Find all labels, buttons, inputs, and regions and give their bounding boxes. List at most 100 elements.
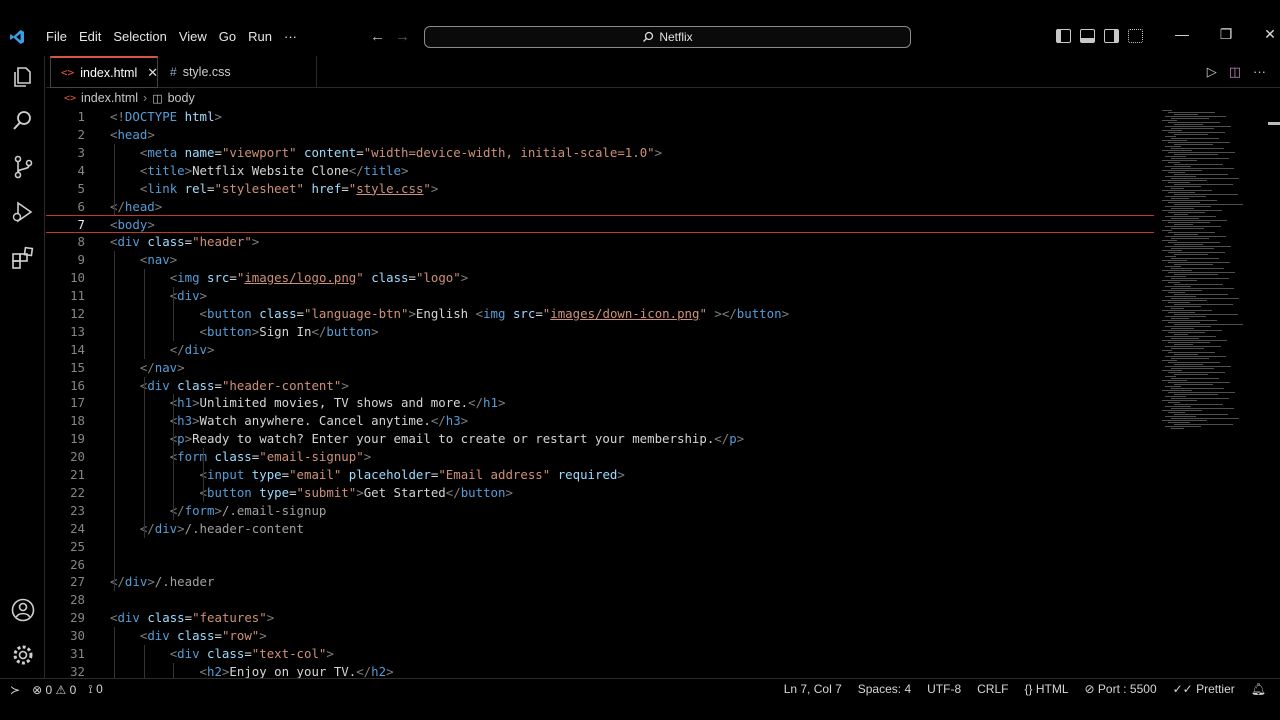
code-line[interactable]: 24 </div>/.header-content: [46, 520, 1154, 538]
accounts-icon[interactable]: [10, 597, 36, 623]
breadcrumb-file[interactable]: index.html: [81, 91, 138, 105]
split-editor-icon[interactable]: ◫: [1229, 64, 1241, 80]
code-line[interactable]: 1 <!DOCTYPE html>: [46, 108, 1154, 126]
command-center-text: Netflix: [659, 30, 693, 44]
minimap-line: [1171, 288, 1234, 289]
notifications-bell-icon[interactable]: 🔔︎: [1251, 682, 1266, 696]
end-of-line[interactable]: CRLF: [977, 682, 1008, 696]
code-line[interactable]: 32 <h2>Enjoy on your TV.</h2>: [46, 663, 1154, 678]
code-line[interactable]: 4 <title>Netflix Website Clone</title>: [46, 162, 1154, 180]
run-icon[interactable]: ▷: [1207, 64, 1217, 80]
minimap-line: [1171, 318, 1189, 319]
code-editor[interactable]: 1 <!DOCTYPE html> 2 <head> 3 <meta name="vie…: [46, 108, 1156, 678]
code-line[interactable]: 17 <h1>Unlimited movies, TV shows and mo…: [46, 394, 1154, 412]
broadcast-icon: ⟟: [88, 682, 93, 696]
code-line[interactable]: 10 <img src="images/logo.png" class="log…: [46, 269, 1154, 287]
live-server[interactable]: ⊘ Port : 5500: [1085, 682, 1157, 696]
ports-count: 0: [96, 682, 103, 696]
restore-icon[interactable]: ❐: [1204, 26, 1248, 43]
breadcrumb: <> index.html › ◫ body: [64, 90, 195, 106]
toggle-secondary-sidebar-icon[interactable]: [1104, 29, 1119, 43]
minimize-icon[interactable]: —: [1160, 26, 1204, 43]
menu-edit[interactable]: Edit: [73, 28, 107, 46]
back-arrow-icon[interactable]: ←: [370, 28, 385, 45]
code-line[interactable]: 2 <head>: [46, 126, 1154, 144]
code-text: <button>Sign In</button>: [199, 323, 379, 339]
tab-label: index.html: [80, 65, 138, 80]
problems-indicator[interactable]: ⊗ 0 ⚠ 0: [32, 683, 76, 697]
search-sidebar-icon[interactable]: [10, 108, 36, 134]
code-line[interactable]: 3 <meta name="viewport" content="width=d…: [46, 144, 1154, 162]
menu-more[interactable]: ···: [278, 28, 303, 46]
forward-arrow-icon[interactable]: →: [395, 28, 410, 45]
code-line[interactable]: 15 </nav>: [46, 359, 1154, 377]
minimap-line: [1162, 400, 1197, 401]
ports-indicator[interactable]: ⟟ 0: [88, 682, 103, 697]
tab-style-css[interactable]: # style.css: [160, 56, 317, 88]
customize-layout-icon[interactable]: [1128, 29, 1143, 43]
minimap[interactable]: [1158, 108, 1268, 438]
code-line[interactable]: 16 <div class="header-content">: [46, 377, 1154, 395]
code-text: </div>/.header-content: [139, 520, 304, 536]
line-number: 14: [70, 341, 85, 357]
explorer-icon[interactable]: [10, 64, 36, 90]
code-line[interactable]: 23 </form>/.email-signup: [46, 502, 1154, 520]
chevron-right-icon: ›: [143, 91, 148, 105]
code-line[interactable]: 6 </head>: [46, 198, 1154, 216]
double-check-icon: ✓✓: [1172, 682, 1193, 696]
run-and-debug-icon[interactable]: [10, 199, 36, 225]
code-line[interactable]: 25: [46, 538, 1154, 556]
toggle-primary-sidebar-icon[interactable]: [1056, 29, 1071, 43]
minimap-line: [1171, 188, 1184, 189]
code-line[interactable]: 7 <body>: [46, 215, 1154, 234]
code-line[interactable]: 18 <h3>Watch anywhere. Cancel anytime.</…: [46, 412, 1154, 430]
language-mode[interactable]: {} HTML: [1024, 682, 1068, 696]
toggle-panel-icon[interactable]: [1080, 29, 1095, 43]
code-line[interactable]: 30 <div class="row">: [46, 627, 1154, 645]
code-line[interactable]: 29 <div class="features">: [46, 609, 1154, 627]
menu-selection[interactable]: Selection: [107, 28, 172, 46]
tab-index-html[interactable]: <> index.html ✕: [50, 56, 158, 88]
manage-gear-icon[interactable]: [10, 642, 36, 668]
code-line[interactable]: 31 <div class="text-col">: [46, 645, 1154, 663]
indent-guide: [114, 627, 115, 678]
menu-view[interactable]: View: [173, 28, 213, 46]
breadcrumb-symbol[interactable]: body: [168, 91, 195, 105]
remote-indicator-icon[interactable]: ≻: [10, 683, 20, 697]
code-line[interactable]: 11 <div>: [46, 287, 1154, 305]
code-line[interactable]: 20 <form class="email-signup">: [46, 448, 1154, 466]
extensions-icon[interactable]: [10, 245, 36, 271]
line-number: 29: [70, 610, 85, 626]
menu-file[interactable]: File: [40, 28, 73, 46]
code-line[interactable]: 13 <button>Sign In</button>: [46, 323, 1154, 341]
code-line[interactable]: 28: [46, 591, 1154, 609]
code-line[interactable]: 14 </div>: [46, 341, 1154, 359]
encoding[interactable]: UTF-8: [927, 682, 961, 696]
line-number: 20: [70, 449, 85, 465]
code-line[interactable]: 8 <div class="header">: [46, 233, 1154, 251]
minimap-line: [1162, 420, 1207, 421]
cursor-position[interactable]: Ln 7, Col 7: [784, 682, 842, 696]
more-actions-icon[interactable]: ···: [1253, 64, 1266, 80]
prettier-label: Prettier: [1196, 682, 1235, 696]
code-line[interactable]: 9 <nav>: [46, 251, 1154, 269]
code-line[interactable]: 19 <p>Ready to watch? Enter your email t…: [46, 430, 1154, 448]
scrollbar-thumb[interactable]: [1268, 122, 1280, 125]
menu-go[interactable]: Go: [213, 28, 242, 46]
indentation[interactable]: Spaces: 4: [858, 682, 911, 696]
code-line[interactable]: 22 <button type="submit">Get Started</bu…: [46, 484, 1154, 502]
close-window-icon[interactable]: ✕: [1248, 26, 1280, 43]
code-line[interactable]: 21 <input type="email" placeholder="Emai…: [46, 466, 1154, 484]
code-line[interactable]: 12 <button class="language-btn">English …: [46, 305, 1154, 323]
prettier[interactable]: ✓✓ Prettier: [1173, 682, 1235, 696]
close-tab-icon[interactable]: ✕: [147, 65, 158, 81]
code-line[interactable]: 26: [46, 556, 1154, 574]
code-line[interactable]: 27 </div>/.header: [46, 573, 1154, 591]
command-center-search[interactable]: Netflix: [424, 26, 911, 48]
menu-run[interactable]: Run: [242, 28, 278, 46]
minimap-line: [1171, 198, 1189, 199]
minimap-line: [1162, 200, 1217, 201]
code-line[interactable]: 5 <link rel="stylesheet" href="style.css…: [46, 180, 1154, 198]
source-control-icon[interactable]: [10, 154, 36, 180]
minimap-line: [1171, 208, 1194, 209]
